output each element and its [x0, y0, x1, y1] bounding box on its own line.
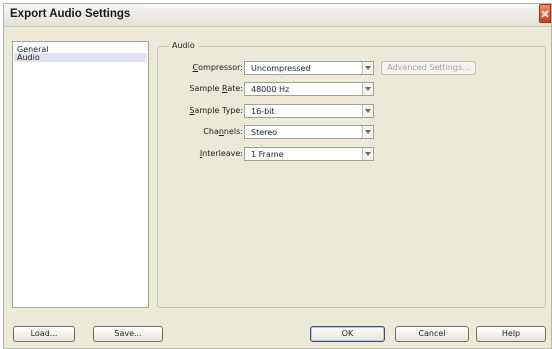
channels-label: Channels:	[203, 127, 243, 136]
sample-rate-label-post: ate:	[227, 84, 243, 93]
interleave-label-post: nterleave:	[202, 149, 243, 158]
save-button[interactable]: Save...	[93, 326, 163, 342]
title-bar: Export Audio Settings	[4, 4, 551, 27]
sample-type-value: 16-bit	[251, 107, 275, 116]
interleave-value: 1 Frame	[251, 150, 284, 159]
audio-group-label: Audio	[169, 41, 198, 50]
sample-rate-select[interactable]: 48000 Hz	[244, 82, 374, 96]
chevron-down-icon	[365, 152, 371, 156]
channels-select[interactable]: Stereo	[244, 125, 374, 139]
sample-type-label-post: ample Type:	[194, 106, 243, 115]
close-icon	[541, 10, 549, 18]
chevron-down-icon	[365, 87, 371, 91]
interleave-select[interactable]: 1 Frame	[244, 147, 374, 161]
sample-rate-dropdown-button[interactable]	[362, 83, 373, 95]
chevron-down-icon	[365, 130, 371, 134]
help-button[interactable]: Help	[476, 326, 546, 342]
cancel-button[interactable]: Cancel	[395, 326, 469, 342]
channels-dropdown-button[interactable]	[362, 126, 373, 138]
compressor-select[interactable]: Uncompressed	[244, 61, 374, 75]
sample-rate-value: 48000 Hz	[251, 85, 290, 94]
window-title: Export Audio Settings	[10, 8, 131, 20]
channels-label-pre: Cha	[203, 127, 219, 136]
sidebar-item-audio[interactable]: Audio	[14, 53, 147, 62]
ok-button[interactable]: OK	[310, 326, 385, 342]
channels-value: Stereo	[251, 128, 278, 137]
compressor-value: Uncompressed	[251, 64, 311, 73]
sample-rate-label-pre: Sample	[189, 84, 222, 93]
interleave-label: Interleave:	[200, 149, 243, 158]
chevron-down-icon	[365, 109, 371, 113]
close-button[interactable]	[539, 4, 551, 23]
channels-label-post: nels:	[223, 127, 243, 136]
sample-type-dropdown-button[interactable]	[362, 105, 373, 117]
settings-category-list: General Audio	[12, 41, 149, 308]
load-button[interactable]: Load...	[13, 326, 75, 342]
advanced-settings-button[interactable]: Advanced Settings...	[381, 61, 476, 75]
chevron-down-icon	[365, 66, 371, 70]
sample-type-label: Sample Type:	[189, 106, 243, 115]
compressor-label-post: ompressor:	[198, 63, 243, 72]
sample-rate-label: Sample Rate:	[189, 84, 243, 93]
sample-type-select[interactable]: 16-bit	[244, 104, 374, 118]
compressor-label: Compressor:	[193, 63, 243, 72]
interleave-dropdown-button[interactable]	[362, 148, 373, 160]
compressor-dropdown-button[interactable]	[362, 62, 373, 74]
